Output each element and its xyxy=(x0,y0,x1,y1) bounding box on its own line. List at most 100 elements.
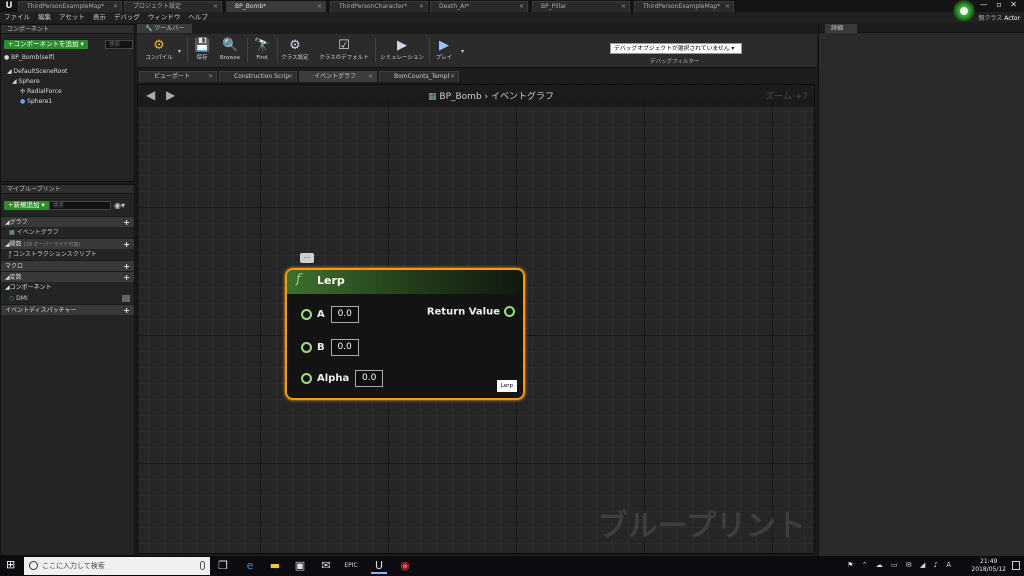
menu-asset[interactable]: アセット xyxy=(55,12,89,23)
compile-options-chevron-icon[interactable]: ▾ xyxy=(178,48,181,55)
breadcrumb-blueprint[interactable]: BP_Bomb xyxy=(439,92,481,102)
add-variable-icon[interactable]: + xyxy=(123,272,130,283)
add-component-button[interactable]: +コンポーネントを追加 ▾ xyxy=(4,40,88,49)
doc-tab[interactable]: ThirdPersonCharacter* ✕ xyxy=(330,1,428,12)
my-blueprint-tab[interactable]: マイブループリント xyxy=(1,185,134,194)
doc-tab[interactable]: Death_AI* ✕ xyxy=(430,1,528,12)
tree-item[interactable]: ◢ Sphere xyxy=(4,77,132,87)
doc-tab[interactable]: ThirdPersonExampleMap* ✕ xyxy=(634,1,734,12)
pin-value-input[interactable]: 0.0 xyxy=(330,339,359,356)
menu-debug[interactable]: デバッグ xyxy=(110,12,144,23)
chrome-icon[interactable]: ◉ xyxy=(397,558,413,574)
play-button[interactable]: ▶ プレイ xyxy=(431,36,457,66)
menu-view[interactable]: 表示 xyxy=(89,12,110,23)
components-tab[interactable]: コンポーネント xyxy=(1,25,134,34)
edge-icon[interactable]: e xyxy=(242,558,258,574)
graph-canvas[interactable]: ◀ ▶ ▦ BP_Bomb › イベントグラフ ズーム +7 ブループリント .… xyxy=(137,84,815,554)
tree-item[interactable]: ◢ DefaultSceneRoot xyxy=(4,67,132,77)
section-graph[interactable]: ◢グラフ + xyxy=(1,216,134,227)
class-defaults-button[interactable]: ☑ クラスのデフォルト xyxy=(315,36,373,66)
epic-games-icon[interactable]: EPIC xyxy=(343,558,359,574)
tab-bomcounts[interactable]: BomCounts_Templ ✕ xyxy=(379,71,459,82)
close-icon[interactable]: ✕ xyxy=(208,72,213,82)
blueprint-search-input[interactable]: 検索 xyxy=(49,201,111,210)
breadcrumb-graph[interactable]: イベントグラフ xyxy=(491,92,554,102)
list-item-event-graph[interactable]: ▦ イベントグラフ xyxy=(1,227,134,238)
notification-icon[interactable] xyxy=(1012,561,1020,570)
add-new-button[interactable]: +新規追加 ▾ xyxy=(4,201,49,210)
window-buttons[interactable]: — ▫ ✕ xyxy=(980,0,1020,10)
input-pin-a[interactable]: A 0.0 xyxy=(301,306,359,323)
back-arrow-icon[interactable]: ◀ xyxy=(146,88,155,102)
unreal-engine-icon[interactable]: U xyxy=(371,558,387,574)
menu-window[interactable]: ウィンドウ xyxy=(144,12,185,23)
class-settings-button[interactable]: ⚙ クラス設定 xyxy=(279,36,311,66)
find-button[interactable]: 🔭 Find xyxy=(249,36,275,66)
output-pin-return-value[interactable]: Return Value xyxy=(427,306,515,318)
taskbar-search-input[interactable]: ここに入力して検索 xyxy=(24,557,210,575)
pin-value-input[interactable]: 0.0 xyxy=(330,306,359,323)
play-options-chevron-icon[interactable]: ▾ xyxy=(461,48,464,55)
tab-viewport[interactable]: ビューポート ✕ xyxy=(139,71,217,82)
close-icon[interactable]: ✕ xyxy=(621,2,626,12)
close-icon[interactable]: ✕ xyxy=(213,2,218,12)
clock[interactable]: 21:49 2018/05/12 xyxy=(971,558,1006,574)
list-item-components[interactable]: ◢コンポーネント xyxy=(1,282,134,293)
pin-icon[interactable] xyxy=(301,342,312,353)
input-pin-b[interactable]: B 0.0 xyxy=(301,339,359,356)
input-pin-alpha[interactable]: Alpha 0.0 xyxy=(301,370,384,387)
source-control-status-icon[interactable] xyxy=(953,0,975,22)
add-graph-icon[interactable]: + xyxy=(123,217,130,228)
task-view-icon[interactable]: ❐ xyxy=(215,558,231,574)
tab-construction-script[interactable]: Construction Scrip ✕ xyxy=(219,71,297,82)
lerp-node[interactable]: f Lerp A 0.0 B 0.0 Alpha 0.0 Return Value L… xyxy=(285,268,525,400)
close-icon[interactable]: ✕ xyxy=(725,2,730,12)
menu-edit[interactable]: 編集 xyxy=(34,12,55,23)
add-function-icon[interactable]: + xyxy=(123,239,130,250)
close-icon[interactable]: ✕ xyxy=(317,2,322,12)
section-dispatchers[interactable]: イベントディスパッチャー + xyxy=(1,304,134,315)
file-explorer-icon[interactable]: ▬ xyxy=(267,558,283,574)
doc-tab[interactable]: BP_Pillar ✕ xyxy=(532,1,630,12)
section-macros[interactable]: マクロ + xyxy=(1,260,134,271)
pin-value-input[interactable]: 0.0 xyxy=(355,370,384,387)
pin-icon[interactable] xyxy=(504,306,515,317)
details-tab[interactable]: 詳細 xyxy=(819,24,1024,33)
parent-class-value[interactable]: Actor xyxy=(1004,15,1020,22)
debug-object-select[interactable]: デバッグオブジェクトが選択されていません ▾ xyxy=(610,43,742,54)
close-icon[interactable]: ✕ xyxy=(419,2,424,12)
toolbar-tab[interactable]: 🔧 ツールバー xyxy=(137,24,193,33)
tree-item[interactable]: ✣ RadialForce xyxy=(4,87,132,97)
doc-tab-active[interactable]: BP_Bomb* ✕ xyxy=(226,1,326,12)
browse-button[interactable]: 🔍 Browse xyxy=(215,36,245,66)
list-item-construction-script[interactable]: ƒ コンストラクションスクリプト xyxy=(1,249,134,260)
forward-arrow-icon[interactable]: ▶ xyxy=(166,88,175,102)
close-icon[interactable]: ✕ xyxy=(288,72,293,82)
eye-icon[interactable]: ◉▾ xyxy=(114,201,125,210)
tab-event-graph[interactable]: イベントグラフ ✕ xyxy=(299,71,377,82)
close-icon[interactable]: ✕ xyxy=(368,72,373,82)
menu-help[interactable]: ヘルプ xyxy=(184,12,212,23)
compile-button[interactable]: ⚙ コンパイル xyxy=(139,36,179,66)
comment-bubble-icon[interactable]: ... xyxy=(300,253,314,263)
add-dispatcher-icon[interactable]: + xyxy=(123,305,130,316)
mail-icon[interactable]: ✉ xyxy=(318,558,334,574)
simulation-button[interactable]: ▶ シミュレーション xyxy=(377,36,427,66)
menu-file[interactable]: ファイル xyxy=(0,12,34,23)
close-icon[interactable]: ✕ xyxy=(519,2,524,12)
close-icon[interactable]: ✕ xyxy=(450,72,455,82)
windows-start-icon[interactable]: ⊞ xyxy=(6,559,18,571)
section-variables[interactable]: ◢変数 + xyxy=(1,271,134,282)
microphone-icon[interactable] xyxy=(200,561,205,570)
pin-icon[interactable] xyxy=(301,309,312,320)
save-button[interactable]: 💾 保存 xyxy=(189,36,215,66)
tree-item[interactable]: ● Sphere1 xyxy=(4,97,132,107)
doc-tab[interactable]: プロジェクト設定 ✕ xyxy=(124,1,222,12)
doc-tab[interactable]: ThirdPersonExampleMap* ✕ xyxy=(18,1,122,12)
list-item-dmi[interactable]: ○ DMI xyxy=(1,293,134,304)
list-item-self[interactable]: ● BP_Bomb(self) xyxy=(4,53,132,63)
component-search-input[interactable]: 検索 xyxy=(105,40,133,49)
section-functions[interactable]: ◢関数 (18 オーバーライド可能) + xyxy=(1,238,134,249)
store-icon[interactable]: ▣ xyxy=(292,558,308,574)
close-icon[interactable]: ✕ xyxy=(113,2,118,12)
